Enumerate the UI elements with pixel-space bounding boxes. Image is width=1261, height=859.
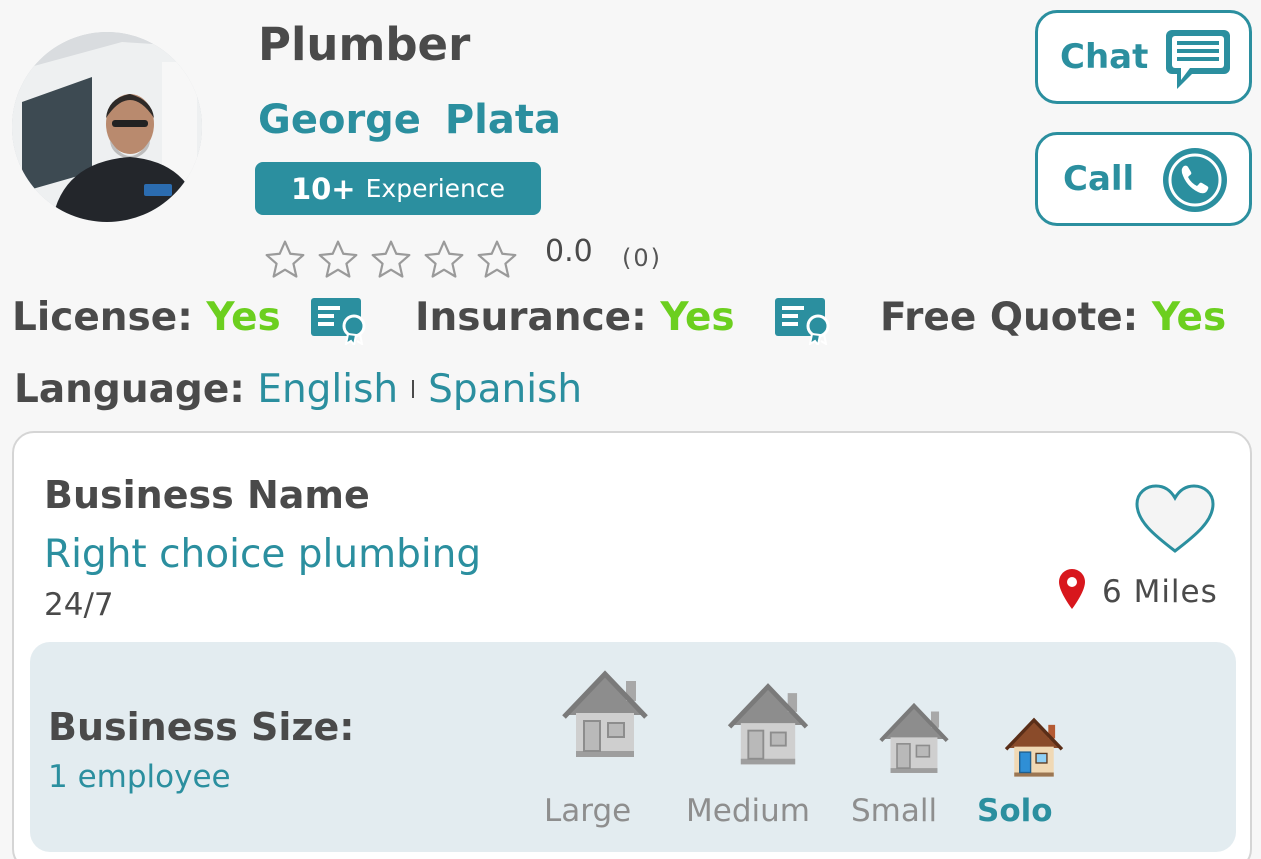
language-separator bbox=[412, 380, 415, 398]
size-option-small[interactable]: Small bbox=[851, 793, 937, 829]
star-outline-icon bbox=[477, 240, 517, 278]
experience-badge: 10+ Experience bbox=[255, 162, 541, 215]
star-outline-icon bbox=[424, 240, 464, 278]
distance: 6 Miles bbox=[1102, 574, 1218, 610]
phone-icon bbox=[1163, 148, 1227, 212]
size-option-large[interactable]: Large bbox=[544, 793, 631, 829]
language-label: Language: bbox=[14, 367, 245, 412]
free-quote-info: Free Quote: Yes bbox=[880, 295, 1226, 340]
business-size-label: Business Size: bbox=[48, 705, 355, 749]
experience-label: Experience bbox=[365, 174, 506, 203]
certificate-icon[interactable] bbox=[310, 297, 372, 345]
avatar bbox=[12, 32, 202, 222]
insurance-label: Insurance: bbox=[415, 295, 647, 340]
house-icon[interactable] bbox=[723, 680, 813, 770]
call-button-label: Call bbox=[1063, 159, 1135, 199]
business-name-label: Business Name bbox=[44, 473, 370, 517]
size-option-medium[interactable]: Medium bbox=[686, 793, 810, 829]
house-icon[interactable] bbox=[558, 667, 652, 763]
location-pin-icon bbox=[1059, 569, 1085, 609]
business-card: Business Name Right choice plumbing 24/7… bbox=[12, 431, 1252, 859]
house-icon[interactable] bbox=[876, 700, 952, 778]
star-rating[interactable] bbox=[262, 238, 520, 282]
star-outline-icon bbox=[371, 240, 411, 278]
chat-button-label: Chat bbox=[1060, 37, 1149, 77]
rating-value: 0.0 bbox=[545, 234, 593, 269]
license-label: License: bbox=[12, 295, 193, 340]
business-name[interactable]: Right choice plumbing bbox=[44, 532, 481, 577]
language-item: English bbox=[257, 367, 399, 412]
business-hours: 24/7 bbox=[44, 587, 114, 623]
pro-name[interactable]: George Plata bbox=[258, 97, 561, 143]
license-info: License: Yes bbox=[12, 295, 281, 340]
free-quote-value: Yes bbox=[1151, 295, 1227, 340]
insurance-info: Insurance: Yes bbox=[415, 295, 735, 340]
star-outline-icon bbox=[318, 240, 358, 278]
free-quote-label: Free Quote: bbox=[880, 295, 1139, 340]
business-size-panel: Business Size: 1 employee Large Medium S… bbox=[30, 642, 1236, 852]
insurance-value: Yes bbox=[660, 295, 735, 340]
trade-title: Plumber bbox=[258, 18, 471, 71]
house-icon[interactable] bbox=[1002, 715, 1066, 781]
chat-button[interactable]: Chat bbox=[1035, 10, 1252, 104]
size-option-solo[interactable]: Solo bbox=[977, 793, 1053, 829]
experience-number: 10+ bbox=[290, 171, 356, 206]
star-outline-icon bbox=[265, 240, 305, 278]
heart-outline-icon[interactable] bbox=[1134, 483, 1216, 555]
review-count[interactable]: (0) bbox=[622, 244, 662, 272]
language-info: Language: English Spanish bbox=[14, 367, 582, 412]
license-value: Yes bbox=[206, 295, 281, 340]
chat-bubble-icon bbox=[1166, 30, 1230, 89]
language-item: Spanish bbox=[428, 367, 583, 412]
call-button[interactable]: Call bbox=[1035, 132, 1252, 226]
certificate-icon[interactable] bbox=[774, 297, 836, 345]
business-size-value: 1 employee bbox=[48, 759, 231, 795]
